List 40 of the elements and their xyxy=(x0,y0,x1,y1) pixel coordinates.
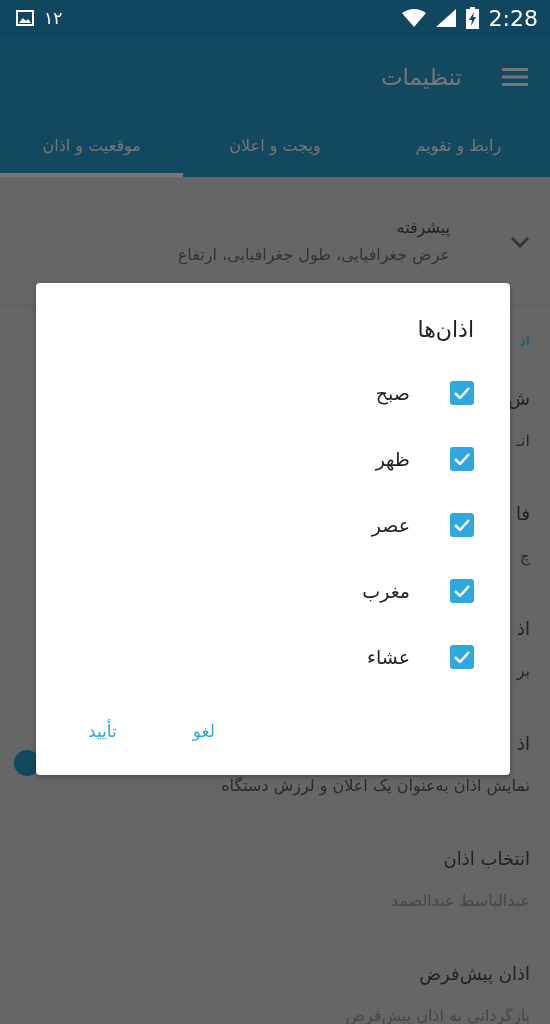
check-icon xyxy=(454,585,470,597)
image-icon xyxy=(16,10,34,26)
check-icon xyxy=(454,387,470,399)
check-icon xyxy=(454,519,470,531)
battery-icon xyxy=(465,7,479,29)
checkbox[interactable] xyxy=(450,579,474,603)
option-label: عصر xyxy=(371,514,410,536)
toolbar-title: تنظیمات xyxy=(380,64,462,90)
signal-icon xyxy=(435,9,456,27)
dialog-title: اذان‌ها xyxy=(417,317,474,342)
clock-time: 2:28 xyxy=(488,5,538,31)
setting-title: اذ xyxy=(515,734,530,755)
option-label: صبح xyxy=(375,382,410,404)
setting-title: انتخاب اذان xyxy=(442,849,530,870)
setting-subtitle: انـ xyxy=(515,431,530,451)
notification-count: ۱۲ xyxy=(44,8,63,28)
setting-title: فا xyxy=(515,504,530,525)
menu-icon[interactable] xyxy=(502,67,528,87)
checkbox[interactable] xyxy=(450,447,474,471)
dialog-button[interactable]: لغو xyxy=(184,715,223,747)
tab[interactable]: ویجت و اعلان xyxy=(183,118,367,177)
setting-title: اذان پیش‌فرض xyxy=(418,964,530,985)
tab[interactable]: موقعیت و اذان xyxy=(0,118,184,177)
check-icon xyxy=(454,651,470,663)
checkbox[interactable] xyxy=(450,645,474,669)
option-label: عشاء xyxy=(367,646,410,668)
check-icon xyxy=(454,453,470,465)
tab[interactable]: رابط و تقویم xyxy=(366,118,550,177)
dialog-button[interactable]: تأیید xyxy=(80,715,125,747)
section-header: اذ xyxy=(519,332,530,350)
checkbox[interactable] xyxy=(450,381,474,405)
setting-subtitle: بر xyxy=(516,661,530,681)
wifi-icon xyxy=(401,9,426,27)
setting-title: اذ xyxy=(516,619,530,640)
setting-subtitle: چ xyxy=(518,546,530,566)
checkbox[interactable] xyxy=(450,513,474,537)
option-label: ظهر xyxy=(375,448,410,470)
option-label: مغرب xyxy=(362,580,410,602)
row-title: پیشرفته xyxy=(395,218,450,237)
setting-subtitle: نمایش اذان به‌عنوان یک اعلان و لرزش دستگاه xyxy=(221,776,530,796)
